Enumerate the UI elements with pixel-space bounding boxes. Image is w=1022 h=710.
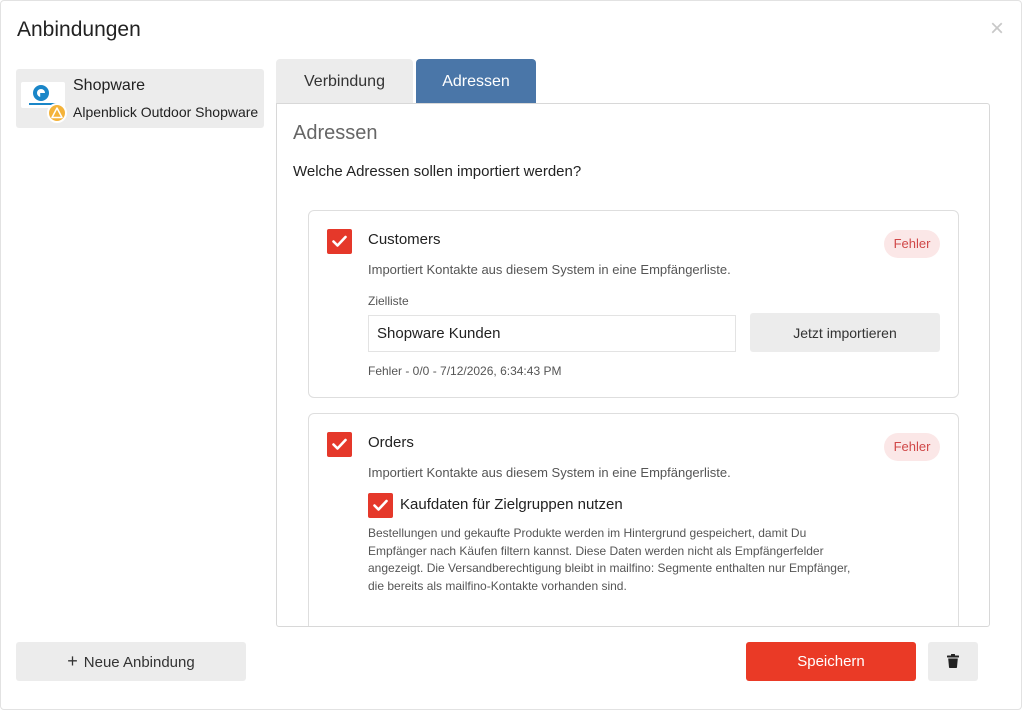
card-customers: Customers Fehler Importiert Kontakte aus…: [308, 210, 959, 398]
trash-icon: [947, 654, 959, 668]
kaufdaten-note: Bestellungen und gekaufte Produkte werde…: [368, 526, 851, 593]
kaufdaten-label: Kaufdaten für Zielgruppen nutzen: [400, 496, 623, 513]
delete-button[interactable]: [928, 642, 978, 681]
tab-adressen[interactable]: Adressen: [416, 59, 536, 104]
sidebar-item-shopware[interactable]: Shopware Alpenblick Outdoor Shopware: [16, 69, 264, 128]
card-description: Importiert Kontakte aus diesem System in…: [368, 262, 731, 277]
card-orders: Orders Fehler Importiert Kontakte aus di…: [308, 413, 959, 626]
dialog-title: Anbindungen: [17, 18, 141, 41]
warning-icon: [47, 103, 67, 123]
kaufdaten-checkbox[interactable]: [368, 493, 393, 518]
card-title: Orders: [368, 434, 414, 451]
zielliste-label: Zielliste: [368, 294, 409, 308]
panel-question: Welche Adressen sollen importiert werden…: [293, 163, 582, 180]
new-connection-label: Neue Anbindung: [83, 654, 195, 671]
zielliste-input[interactable]: [368, 315, 736, 352]
status-badge: Fehler: [884, 230, 940, 258]
status-badge: Fehler: [884, 433, 940, 461]
import-status: Fehler - 0/0 - 7/12/2026, 6:34:43 PM: [368, 364, 562, 378]
card-title: Customers: [368, 231, 441, 248]
new-connection-button[interactable]: + Neue Anbindung: [16, 642, 246, 681]
tab-verbindung[interactable]: Verbindung: [276, 59, 413, 104]
addresses-panel: Adressen Welche Adressen sollen importie…: [276, 103, 990, 627]
close-icon[interactable]: ×: [987, 17, 1007, 41]
connections-dialog: Anbindungen × Shopware Alpenblick Outdoo…: [0, 0, 1022, 710]
panel-title: Adressen: [293, 122, 378, 144]
orders-checkbox[interactable]: [327, 432, 352, 457]
import-now-button[interactable]: Jetzt importieren: [750, 313, 940, 352]
card-description: Importiert Kontakte aus diesem System in…: [368, 465, 731, 480]
customers-checkbox[interactable]: [327, 229, 352, 254]
plus-icon: +: [67, 651, 78, 671]
save-button[interactable]: Speichern: [746, 642, 916, 681]
connection-subtitle: Alpenblick Outdoor Shopware: [73, 104, 259, 120]
connection-name: Shopware: [73, 77, 146, 94]
